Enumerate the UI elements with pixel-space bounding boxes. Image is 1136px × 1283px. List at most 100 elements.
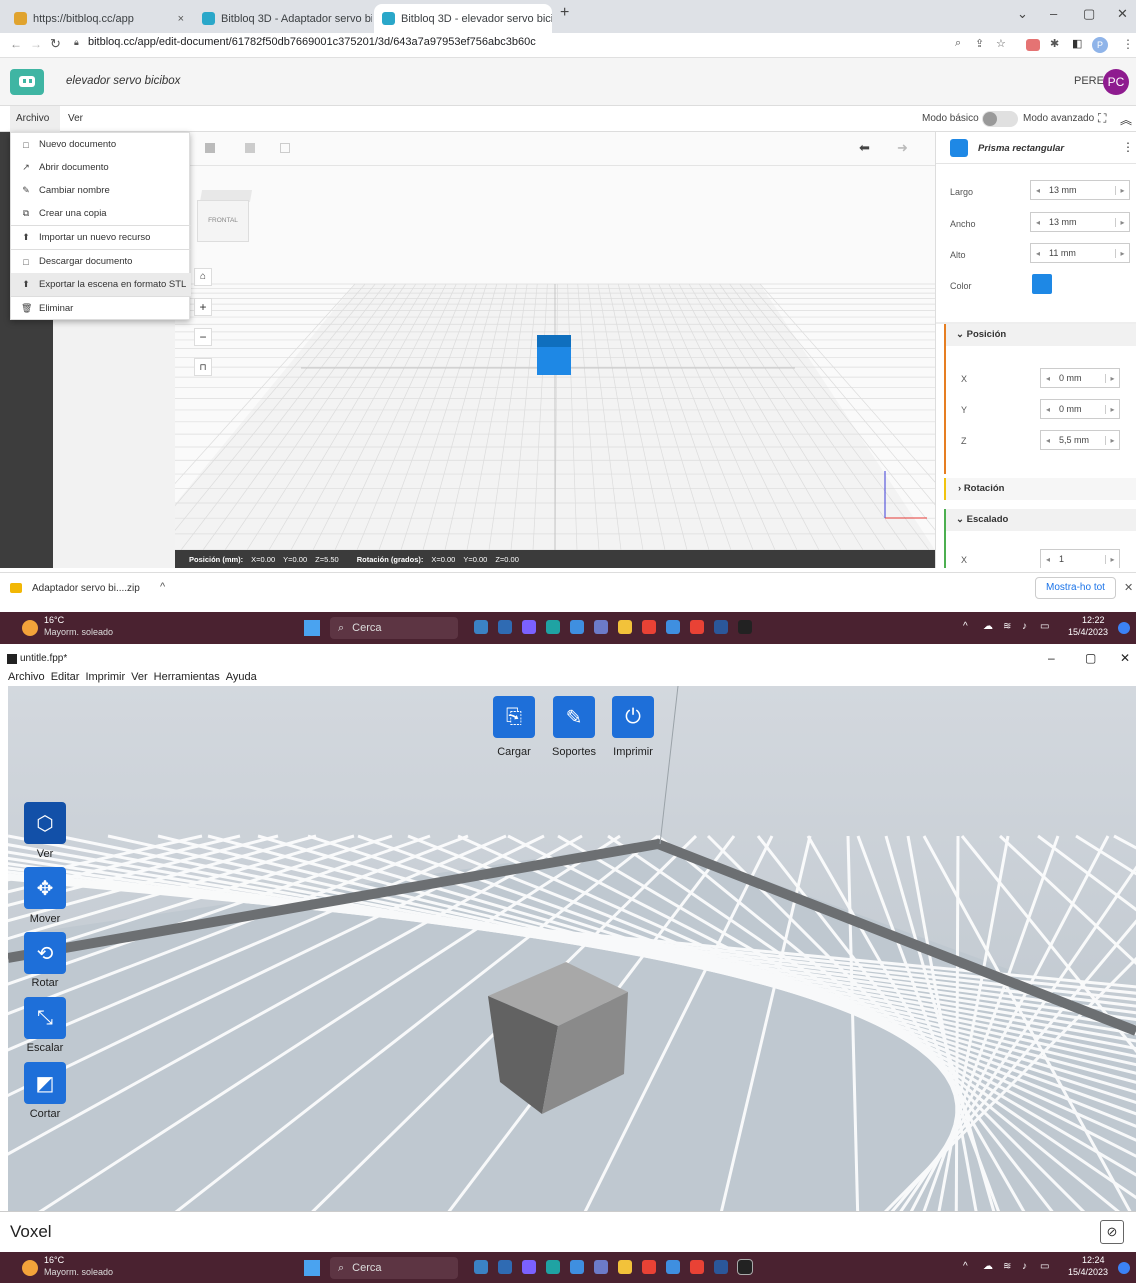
document-title[interactable]: elevador servo bicibox [66, 75, 180, 87]
menu-ayuda[interactable]: Ayuda [226, 671, 257, 683]
undo-icon[interactable]: ⬅︎ [859, 140, 870, 156]
slicer-3d-viewport[interactable]: ⎘ Cargar ✎ Soportes ⏻ Imprimir ⬡ Ver ✥ M… [8, 686, 1136, 1211]
onedrive-icon[interactable]: ☁ [983, 1261, 993, 1272]
gray-cube-model[interactable] [478, 954, 678, 1124]
notification-badge[interactable] [1118, 1262, 1130, 1274]
menu-editar[interactable]: Editar [51, 671, 80, 683]
pos-y-stepper[interactable]: ◂ 0 mm ▸ [1040, 399, 1120, 419]
word-icon[interactable] [714, 620, 728, 634]
group-icon[interactable] [205, 143, 215, 153]
menu-ver[interactable]: Ver [68, 113, 83, 124]
word-icon[interactable] [714, 1260, 728, 1274]
store-icon[interactable] [594, 1260, 608, 1274]
home-view-icon[interactable]: ⌂ [194, 268, 212, 286]
wifi-icon[interactable]: ≋ [1003, 621, 1011, 632]
menu-item-eliminar[interactable]: 🗑 Eliminar [11, 297, 191, 320]
menu-item-cambiar-nombre[interactable]: ✎ Cambiar nombre [11, 179, 191, 202]
profile-avatar[interactable]: P [1092, 37, 1108, 53]
taskbar-search[interactable]: ⌕ Cerca [330, 1257, 458, 1279]
screenshot-icon[interactable]: ⊘ [1100, 1220, 1124, 1244]
file-explorer-icon[interactable] [618, 620, 632, 634]
mover-tool[interactable]: ✥ [24, 867, 66, 909]
blue-prism-object[interactable] [537, 335, 571, 375]
zoom-in-icon[interactable]: + [194, 298, 212, 316]
clock-date[interactable]: 15/4/2023 [1068, 627, 1108, 637]
largo-stepper[interactable]: ◂ 13 mm ▸ [1030, 180, 1130, 200]
pos-z-value[interactable]: 5,5 mm [1055, 435, 1105, 445]
battery-icon[interactable]: ▭ [1040, 1261, 1049, 1272]
taskbar-app-icon[interactable] [474, 620, 488, 634]
menu-item-descargar[interactable]: □ Descargar documento [11, 250, 191, 273]
tab-search-chevron-icon[interactable]: ⌄ [1017, 6, 1028, 22]
alto-stepper[interactable]: ◂ 11 mm ▸ [1030, 243, 1130, 263]
restore-icon[interactable]: ▢ [1085, 651, 1096, 665]
close-window-icon[interactable]: ✕ [1120, 651, 1130, 665]
scale-x-stepper[interactable]: ◂ 1 ▸ [1040, 549, 1120, 568]
object-name[interactable]: Prisma rectangular [978, 143, 1064, 154]
imprimir-button[interactable]: ⏻ [612, 696, 654, 738]
scale-x-value[interactable]: 1 [1055, 554, 1105, 564]
fullscreen-icon[interactable]: ⛶ [1098, 111, 1106, 126]
menu-herramientas[interactable]: Herramientas [154, 671, 220, 683]
bitbloq-3d-viewport[interactable]: FRONTAL ⌂ + − ⊓ [175, 166, 935, 568]
menu-item-nuevo[interactable]: □ Nuevo documento [11, 133, 191, 156]
restore-icon[interactable]: ▢ [1083, 6, 1095, 22]
side-panel-icon[interactable]: ◧ [1072, 37, 1082, 50]
volume-icon[interactable]: ♪ [1022, 621, 1027, 632]
close-window-icon[interactable]: ✕ [1117, 6, 1128, 22]
minimize-icon[interactable]: – [1050, 6, 1057, 21]
tab-bitbloq-app[interactable]: https://bitbloq.cc/app × [6, 4, 192, 33]
pos-y-value[interactable]: 0 mm [1055, 404, 1105, 414]
soportes-button[interactable]: ✎ [553, 696, 595, 738]
taskbar-search[interactable]: ⌕ Cerca [330, 617, 458, 639]
menu-item-importar[interactable]: ⬆ Importar un nuevo recurso [11, 226, 191, 249]
chrome-icon[interactable] [642, 1260, 656, 1274]
escalar-tool[interactable]: ⤡ [24, 997, 66, 1039]
windows-start-icon[interactable] [304, 620, 320, 636]
align-icon[interactable] [280, 143, 290, 153]
largo-value[interactable]: 13 mm [1045, 185, 1115, 195]
menu-item-abrir[interactable]: ↗ Abrir documento [11, 156, 191, 179]
download-filename[interactable]: Adaptador servo bi....zip [32, 583, 140, 594]
share-icon[interactable]: ⇪ [975, 37, 984, 50]
rotar-tool[interactable]: ⟲ [24, 932, 66, 974]
battery-icon[interactable]: ▭ [1040, 621, 1049, 632]
menu-item-exportar-stl[interactable]: ⬆ Exportar la escena en formato STL [11, 273, 191, 296]
user-avatar[interactable]: PC [1103, 69, 1129, 95]
ver-tool[interactable]: ⬡ [24, 802, 66, 844]
menu-archivo[interactable]: Archivo [8, 671, 45, 683]
weather-desc[interactable]: Mayorm. soleado [44, 1267, 113, 1277]
pos-x-stepper[interactable]: ◂ 0 mm ▸ [1040, 368, 1120, 388]
duplicate-icon[interactable] [245, 143, 255, 153]
object-menu-icon[interactable]: ⋮ [1122, 140, 1134, 154]
slicer-app-active-icon[interactable] [737, 1259, 753, 1275]
chrome-active-icon[interactable] [690, 620, 704, 634]
zoom-icon[interactable]: ⌕ [955, 37, 961, 50]
menu-ver[interactable]: Ver [131, 671, 148, 683]
printer-name[interactable]: Voxel [10, 1222, 52, 1242]
rotacion-section-header[interactable]: › Rotación [944, 478, 1136, 500]
slicer-app-icon[interactable] [738, 620, 752, 634]
download-options-chevron-icon[interactable]: ^ [160, 581, 165, 593]
view-cube[interactable]: FRONTAL [197, 190, 253, 242]
url-field[interactable]: bitbloq.cc/app/edit-document/61782f50db7… [88, 36, 536, 48]
menu-item-copia[interactable]: ⧉ Crear una copia [11, 202, 191, 225]
extension-icon[interactable] [1026, 39, 1040, 51]
bitbloq-logo-icon[interactable] [10, 69, 44, 95]
tray-chevron-icon[interactable]: ^ [963, 1261, 968, 1272]
onedrive-icon[interactable]: ☁ [983, 621, 993, 632]
clock-time[interactable]: 12:22 [1082, 615, 1105, 625]
weather-desc[interactable]: Mayorm. soleado [44, 627, 113, 637]
escalado-section-header[interactable]: ⌄ Escalado [944, 509, 1136, 531]
mail-icon[interactable] [570, 620, 584, 634]
mode-toggle[interactable] [982, 111, 1018, 127]
taskbar-app-icon[interactable] [498, 1260, 512, 1274]
forward-icon[interactable]: → [30, 37, 42, 51]
chrome-icon[interactable] [642, 620, 656, 634]
color-swatch[interactable] [1032, 274, 1052, 294]
reload-icon[interactable]: ↻ [50, 36, 61, 52]
notification-badge[interactable] [1118, 622, 1130, 634]
collapse-header-icon[interactable]: ︽ [1120, 111, 1132, 128]
chrome-icon[interactable] [690, 1260, 704, 1274]
windows-start-icon[interactable] [304, 1260, 320, 1276]
